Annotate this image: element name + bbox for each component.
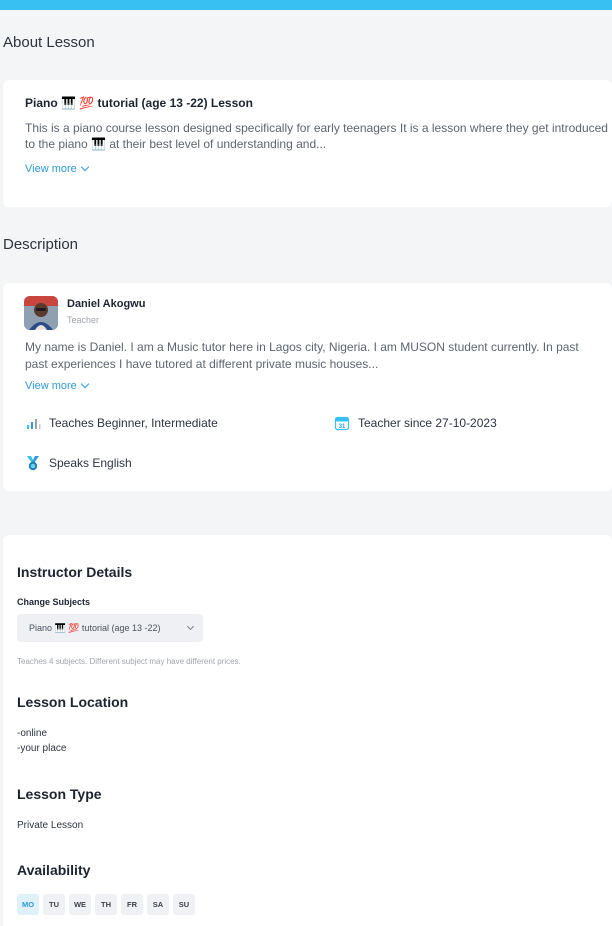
- description-view-more-link[interactable]: View more: [25, 379, 90, 392]
- day-tu[interactable]: TU: [43, 894, 65, 915]
- medal-icon: [27, 456, 39, 471]
- teacher-name: Daniel Akogwu: [67, 298, 146, 310]
- view-more-label: View more: [25, 380, 77, 392]
- top-accent-bar: [0, 0, 612, 10]
- chevron-down-icon: [80, 162, 90, 172]
- subjects-hint: Teaches 4 subjects. Different subject ma…: [17, 657, 241, 666]
- avatar[interactable]: [24, 296, 58, 330]
- availability-days: MO TU WE TH FR SA SU: [17, 894, 195, 915]
- day-we[interactable]: WE: [69, 894, 91, 915]
- calendar-icon: 31: [334, 416, 350, 431]
- lesson-summary: This is a piano course lesson designed s…: [25, 121, 608, 151]
- description-heading: Description: [3, 236, 79, 253]
- about-lesson-heading: About Lesson: [3, 34, 95, 51]
- chevron-down-icon: [186, 622, 195, 631]
- teacher-description-card: Daniel Akogwu Teacher My name is Daniel.…: [3, 283, 612, 491]
- lesson-location-heading: Lesson Location: [17, 694, 129, 710]
- view-more-label: View more: [25, 163, 77, 175]
- speaks-language-text: Speaks English: [49, 456, 132, 470]
- bar-chart-icon: [27, 419, 41, 429]
- about-view-more-link[interactable]: View more: [25, 162, 90, 175]
- teacher-bio-line-2: past experiences I have tutored at diffe…: [25, 357, 379, 371]
- lesson-type-value: Private Lesson: [17, 820, 84, 831]
- instructor-details-heading: Instructor Details: [17, 564, 133, 580]
- teaches-levels: Teaches Beginner, Intermediate: [25, 415, 218, 431]
- teacher-role: Teacher: [67, 315, 100, 325]
- lesson-title: Piano 🎹 💯 tutorial (age 13 -22) Lesson: [25, 96, 253, 110]
- teacher-since: 31 Teacher since 27-10-2023: [334, 415, 497, 431]
- change-subjects-label: Change Subjects: [17, 597, 91, 607]
- availability-heading: Availability: [17, 862, 91, 878]
- selected-subject: Piano 🎹 💯 tutorial (age 13 -22): [29, 622, 161, 633]
- day-sa[interactable]: SA: [147, 894, 169, 915]
- about-lesson-card: Piano 🎹 💯 tutorial (age 13 -22) Lesson T…: [3, 80, 612, 207]
- teacher-since-text: Teacher since 27-10-2023: [358, 416, 497, 430]
- day-mo[interactable]: MO: [17, 894, 39, 915]
- lesson-location-your-place: -your place: [17, 743, 67, 754]
- teacher-bio: My name is Daniel. I am a Music tutor he…: [25, 339, 612, 373]
- svg-text:31: 31: [339, 424, 346, 430]
- avatar-image: [24, 296, 58, 330]
- subject-select[interactable]: Piano 🎹 💯 tutorial (age 13 -22): [17, 614, 203, 642]
- chevron-down-icon: [80, 379, 90, 389]
- teacher-bio-line-1: My name is Daniel. I am a Music tutor he…: [25, 340, 579, 354]
- lesson-type-heading: Lesson Type: [17, 786, 102, 802]
- instructor-details-card: Instructor Details Change Subjects Piano…: [3, 535, 612, 926]
- day-th[interactable]: TH: [95, 894, 117, 915]
- teaches-levels-text: Teaches Beginner, Intermediate: [49, 416, 218, 430]
- speaks-language: Speaks English: [25, 455, 132, 471]
- day-fr[interactable]: FR: [121, 894, 143, 915]
- day-su[interactable]: SU: [173, 894, 195, 915]
- lesson-location-online: -online: [17, 728, 48, 739]
